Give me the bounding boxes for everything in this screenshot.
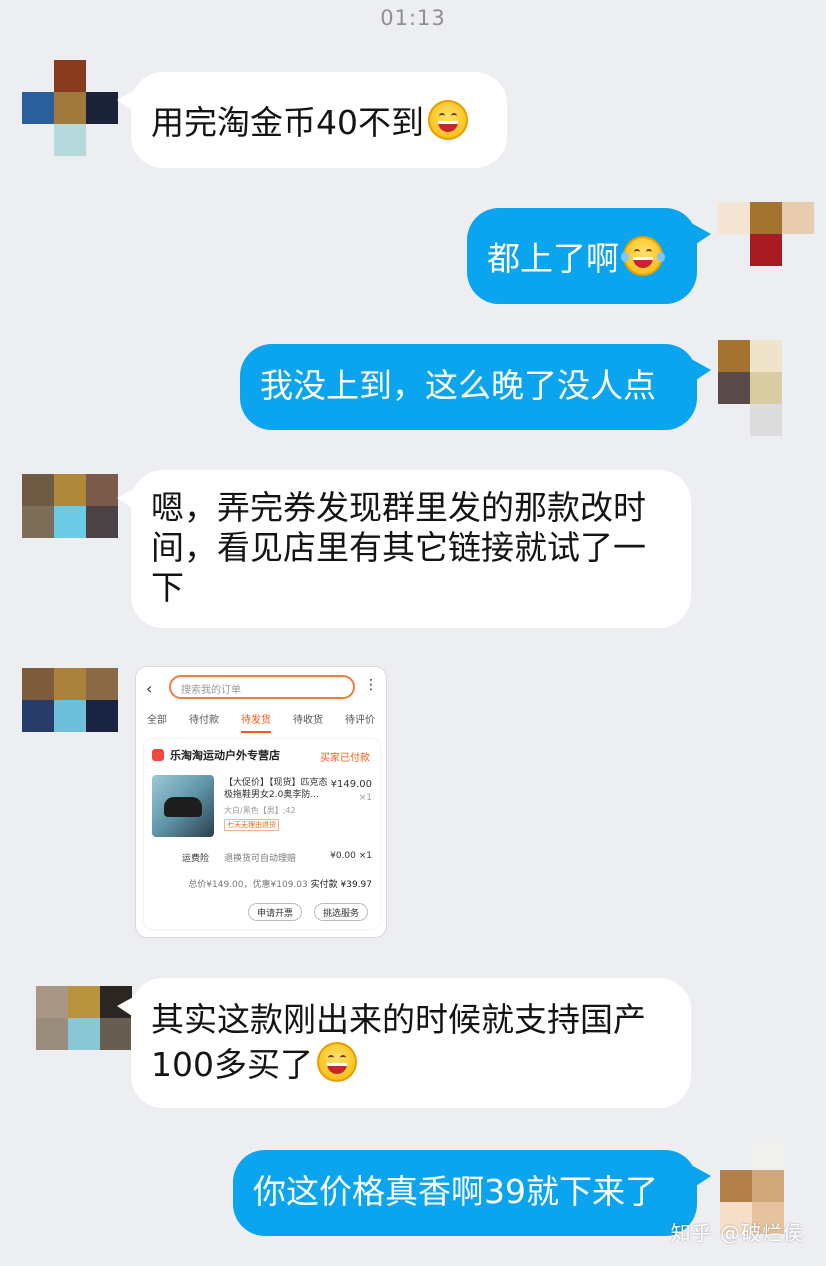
outgoing-message-bubble[interactable]: 你这价格真香啊39就下来了: [233, 1150, 711, 1236]
product-qty: ×1: [358, 793, 372, 803]
insurance-desc: 退换货可自动理赔: [224, 854, 297, 864]
avatar-friend[interactable]: [36, 986, 132, 1082]
product-title: 【大促价】【现货】匹克态极拖鞋男女2.0奥李防...: [224, 778, 328, 800]
message-text: 我没上到，这么晚了没人点: [260, 366, 656, 405]
message-text: 你这价格真香啊39就下来了: [253, 1172, 658, 1211]
message-text: 其实这款刚出来的时候就支持国产100多买了: [151, 1000, 646, 1084]
order-status: 买家已付款: [320, 753, 370, 764]
outgoing-message-bubble[interactable]: 我没上到，这么晚了没人点: [240, 344, 711, 430]
status-time: 01:13: [380, 6, 446, 30]
avatar-self[interactable]: [718, 340, 814, 436]
shop-name: 乐淘淘运动户外专营店: [170, 749, 280, 762]
watermark: 知乎 @破烂侯: [670, 1221, 804, 1245]
product-image: [152, 775, 214, 837]
order-tabs: 全部 待付款 待发货 待收货 待评价: [136, 711, 386, 733]
avatar-friend[interactable]: [22, 474, 118, 570]
invoice-button: 申请开票: [248, 903, 303, 921]
incoming-message-bubble[interactable]: 用完淘金币40不到: [117, 72, 507, 168]
summary-paid-value: ¥39.97: [340, 880, 373, 890]
avatar-friend[interactable]: [22, 60, 118, 156]
incoming-message-bubble[interactable]: 嗯，弄完券发现群里发的那款改时间，看见店里有其它链接就试了一下: [117, 470, 691, 628]
avatar-friend[interactable]: [22, 668, 118, 764]
product-tag: 七天无理由退货: [224, 819, 279, 831]
message-text: 都上了啊: [487, 239, 619, 278]
back-icon: ‹: [146, 679, 153, 698]
product-price: ¥149.00: [330, 779, 372, 790]
insurance-price: ¥0.00 ×1: [330, 851, 372, 861]
screenshot-topbar: ‹ 搜索我的订单 ⋮: [136, 671, 386, 707]
order-summary: 总价¥149.00，优惠¥109.03 实付款 ¥39.97: [188, 877, 372, 890]
avatar-self[interactable]: [718, 202, 814, 298]
order-card: 乐淘淘运动户外专营店 买家已付款 【大促价】【现货】匹克态极拖鞋男女2.0奥李防…: [144, 739, 380, 929]
message-text: 用完淘金币40不到: [151, 103, 424, 142]
tab-pending-shipment: 待发货: [241, 711, 271, 733]
message-text: 嗯，弄完券发现群里发的那款改时间，看见店里有其它链接就试了一下: [151, 488, 646, 607]
grin-emoji-icon: [428, 100, 468, 140]
summary-paid-label: 实付款: [310, 880, 338, 890]
service-button: 挑选服务: [314, 903, 369, 921]
shop-icon: [152, 749, 164, 761]
insurance-label: 运费险: [182, 854, 210, 864]
laugh-cry-emoji-icon: [621, 236, 665, 276]
grin-emoji-icon: [317, 1042, 357, 1082]
incoming-message-bubble[interactable]: 其实这款刚出来的时候就支持国产100多买了: [117, 978, 691, 1108]
product-sku: 大白/黑色【男】;42: [224, 806, 296, 815]
more-icon: ⋮: [364, 677, 378, 693]
shared-order-screenshot[interactable]: ‹ 搜索我的订单 ⋮ 全部 待付款 待发货 待收货 待评价 乐淘淘运动户外专营店…: [135, 666, 387, 938]
tab-pending-payment: 待付款: [189, 715, 219, 726]
outgoing-message-bubble[interactable]: 都上了啊: [467, 208, 711, 304]
tab-pending-receipt: 待收货: [293, 715, 323, 726]
summary-text: 总价¥149.00，优惠¥109.03: [188, 880, 308, 890]
tab-all: 全部: [147, 715, 167, 726]
order-search-input: 搜索我的订单: [169, 675, 355, 699]
tab-pending-review: 待评价: [345, 715, 375, 726]
